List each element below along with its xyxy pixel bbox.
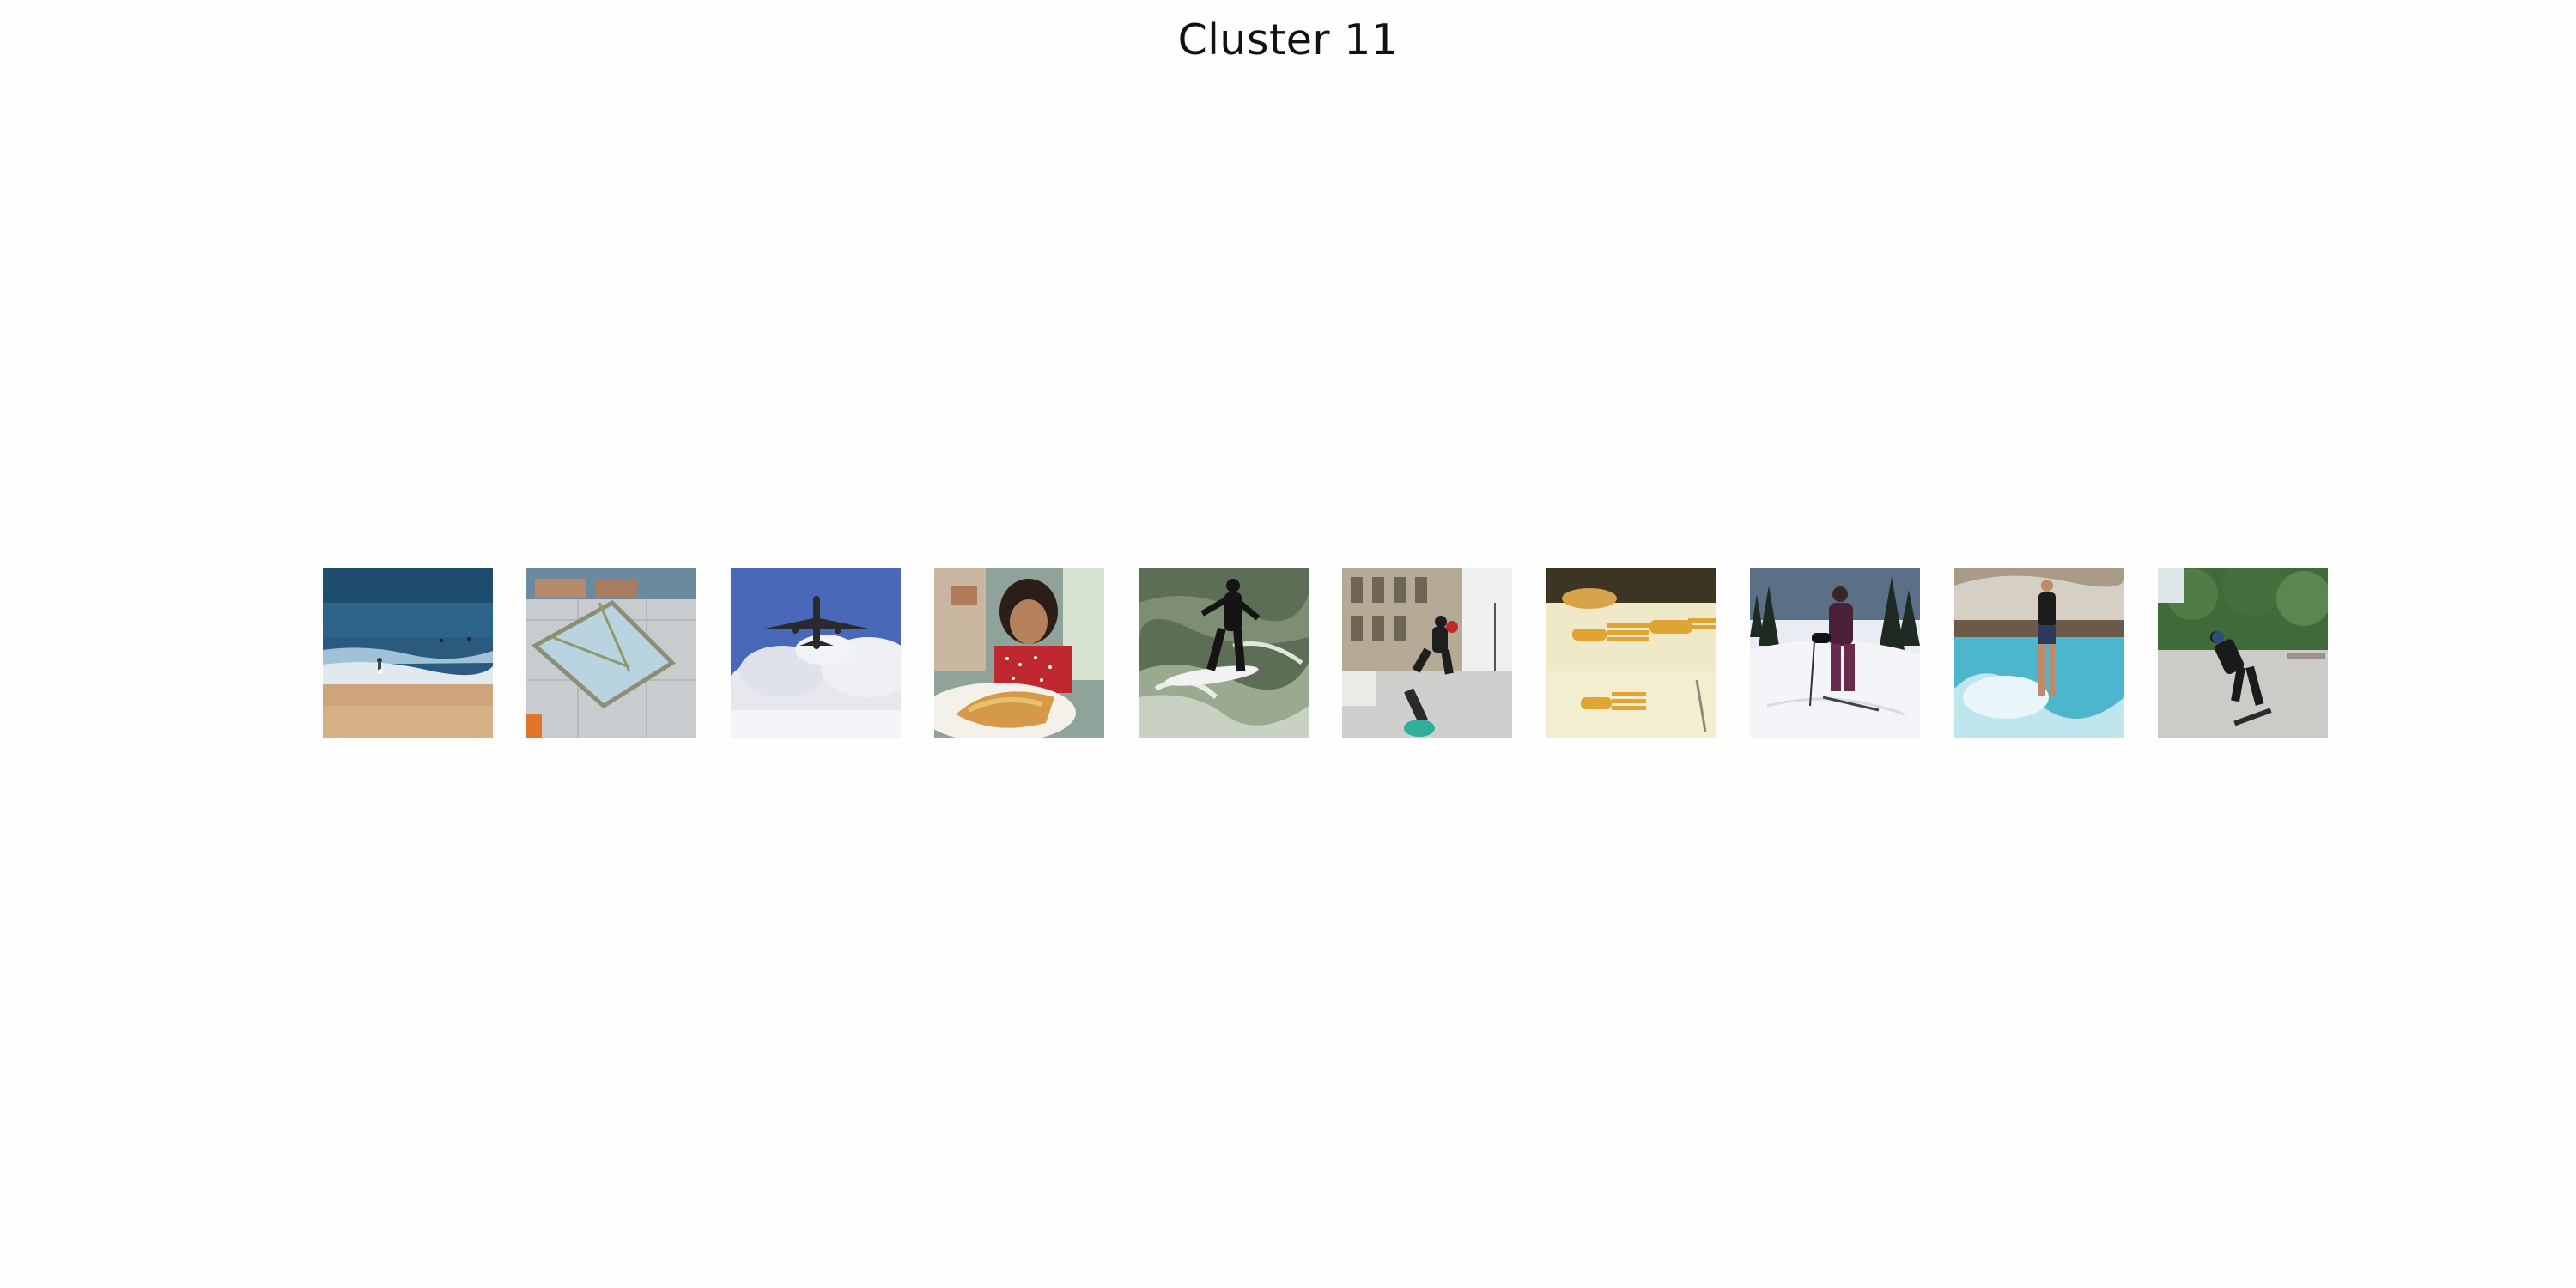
thumbnail-beach-shore (323, 568, 493, 738)
figure: Cluster 11 (0, 0, 2576, 1288)
thumbnail-skateboarder-sidewalk (1342, 568, 1512, 738)
thumbnail-skateboarder-plaza (2158, 568, 2328, 738)
thumbnail-girl-pizza (934, 568, 1104, 738)
thumbnail-person-water (1954, 568, 2124, 738)
skier-image (1750, 568, 1920, 738)
airplane-image (731, 568, 901, 738)
person-water-image (1954, 568, 2124, 738)
kite-frame-image (526, 568, 696, 738)
girl-pizza-image (934, 568, 1104, 738)
skateboarder-plaza-image (2158, 568, 2328, 738)
skateboarder-sidewalk-image (1342, 568, 1512, 738)
beach-shore-image (323, 568, 493, 738)
thumbnail-skier (1750, 568, 1920, 738)
thumbnail-wooden-forks (1546, 568, 1716, 738)
thumbnail-surfer (1139, 568, 1309, 738)
thumbnail-airplane (731, 568, 901, 738)
figure-title: Cluster 11 (1177, 15, 1399, 64)
thumbnail-kite-frame (526, 568, 696, 738)
wooden-forks-image (1546, 568, 1716, 738)
surfer-image (1139, 568, 1309, 738)
